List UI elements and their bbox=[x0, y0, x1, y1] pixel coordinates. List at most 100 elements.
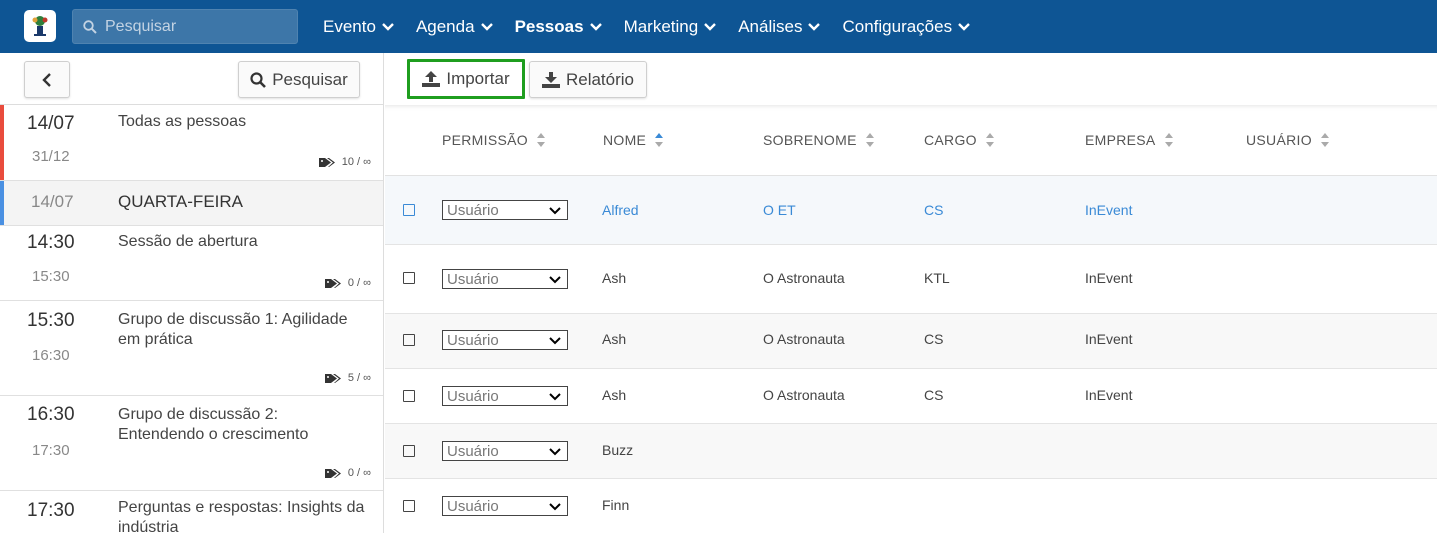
chevron-down-icon bbox=[480, 22, 493, 31]
table-row[interactable]: Usuário Alfred O ET CS InEvent bbox=[385, 176, 1437, 245]
table-row[interactable]: Usuário Ash O Astronauta CS InEvent bbox=[385, 369, 1437, 424]
cell-name[interactable]: Alfred bbox=[602, 202, 639, 218]
cell-name: Ash bbox=[602, 387, 627, 403]
permission-select[interactable]: Usuário bbox=[442, 386, 568, 406]
app-logo[interactable] bbox=[24, 10, 56, 42]
row-checkbox[interactable] bbox=[403, 445, 415, 457]
permission-select[interactable]: Usuário bbox=[442, 330, 568, 350]
item-count-value: 5 / ∞ bbox=[347, 372, 371, 384]
row-checkbox[interactable] bbox=[403, 500, 415, 512]
global-search[interactable] bbox=[72, 9, 298, 44]
permission-select[interactable]: Usuário bbox=[442, 200, 568, 220]
list-item-all-people[interactable]: 14/07 31/12 Todas as pessoas 10 / ∞ bbox=[0, 105, 383, 181]
menu-configuracoes[interactable]: Configurações bbox=[842, 17, 970, 37]
column-label: USUÁRIO bbox=[1246, 132, 1312, 148]
import-button[interactable]: Importar bbox=[407, 59, 525, 99]
cell-company: InEvent bbox=[1085, 387, 1133, 403]
item-count: 0 / ∞ bbox=[324, 277, 371, 289]
status-stripe bbox=[0, 181, 4, 225]
cell-company[interactable]: InEvent bbox=[1085, 202, 1132, 218]
row-checkbox[interactable] bbox=[403, 334, 415, 346]
row-checkbox[interactable] bbox=[403, 272, 415, 284]
people-table: PERMISSÃO NOME SOBRENOME CARGO EMPRESA U… bbox=[385, 105, 1437, 533]
status-stripe bbox=[0, 105, 4, 180]
column-header-permission[interactable]: PERMISSÃO bbox=[442, 132, 545, 148]
list-item-session[interactable]: 16:30 17:30 Grupo de discussão 2: Entend… bbox=[0, 396, 383, 491]
table-row[interactable]: Usuário Ash O Astronauta CS InEvent bbox=[385, 314, 1437, 369]
column-label: CARGO bbox=[924, 132, 977, 148]
menu-analises[interactable]: Análises bbox=[738, 17, 821, 37]
cell-name: Ash bbox=[602, 270, 627, 286]
list-item-session[interactable]: 14:30 15:30 Sessão de abertura 0 / ∞ bbox=[0, 226, 383, 301]
sort-icon bbox=[536, 133, 545, 147]
cell-company: InEvent bbox=[1085, 331, 1133, 347]
column-header-name[interactable]: NOME bbox=[603, 132, 664, 148]
cell-lastname: O Astronauta bbox=[763, 387, 845, 403]
logo-icon bbox=[32, 16, 48, 36]
upload-icon bbox=[422, 71, 441, 87]
cell-role: CS bbox=[924, 331, 944, 347]
list-search-button[interactable]: Pesquisar bbox=[238, 61, 360, 98]
cell-lastname[interactable]: O ET bbox=[763, 202, 796, 218]
back-button[interactable] bbox=[24, 61, 70, 98]
chevron-down-icon bbox=[549, 207, 561, 215]
item-count: 0 / ∞ bbox=[324, 467, 371, 479]
sort-icon bbox=[865, 133, 874, 147]
chevron-down-icon bbox=[549, 448, 561, 456]
item-count-value: 10 / ∞ bbox=[341, 156, 371, 168]
item-start: 17:30 bbox=[27, 500, 75, 521]
item-start: 14:30 bbox=[27, 232, 75, 253]
search-icon bbox=[250, 71, 267, 88]
menu-marketing[interactable]: Marketing bbox=[624, 17, 717, 37]
table-row[interactable]: Usuário Ash O Astronauta KTL InEvent bbox=[385, 245, 1437, 314]
tags-icon bbox=[324, 468, 341, 478]
menu-evento[interactable]: Evento bbox=[323, 17, 394, 37]
column-header-lastname[interactable]: SOBRENOME bbox=[763, 132, 874, 148]
menu-marketing-label: Marketing bbox=[623, 16, 699, 36]
list-item-session[interactable]: 17:30 Perguntas e respostas: Insights da… bbox=[0, 491, 383, 533]
item-count: 5 / ∞ bbox=[324, 372, 371, 384]
table-row[interactable]: Usuário Buzz bbox=[385, 424, 1437, 479]
sort-icon bbox=[1320, 133, 1329, 147]
column-header-company[interactable]: EMPRESA bbox=[1085, 132, 1173, 148]
item-count: 10 / ∞ bbox=[318, 156, 371, 168]
menu-agenda[interactable]: Agenda bbox=[416, 17, 493, 37]
import-label: Importar bbox=[446, 69, 510, 88]
chevron-down-icon bbox=[549, 393, 561, 401]
list-item-session[interactable]: 15:30 16:30 Grupo de discussão 1: Agilid… bbox=[0, 301, 383, 396]
menu-pessoas[interactable]: Pessoas bbox=[515, 17, 602, 37]
item-title: Grupo de discussão 1: Agilidade em práti… bbox=[118, 311, 348, 348]
column-label: NOME bbox=[603, 132, 647, 148]
permission-select[interactable]: Usuário bbox=[442, 496, 568, 516]
cell-role: KTL bbox=[924, 270, 950, 286]
item-title: QUARTA-FEIRA bbox=[118, 192, 243, 211]
item-end: 16:30 bbox=[32, 347, 70, 364]
row-checkbox[interactable] bbox=[403, 204, 415, 216]
permission-select[interactable]: Usuário bbox=[442, 441, 568, 461]
table-header: PERMISSÃO NOME SOBRENOME CARGO EMPRESA U… bbox=[385, 105, 1437, 176]
chevron-left-icon bbox=[42, 72, 51, 87]
table-row[interactable]: Usuário Finn bbox=[385, 479, 1437, 533]
chevron-down-icon bbox=[549, 337, 561, 345]
permission-value: Usuário bbox=[447, 387, 499, 405]
global-search-input[interactable] bbox=[105, 17, 275, 36]
report-button[interactable]: Relatório bbox=[529, 61, 647, 98]
column-label: EMPRESA bbox=[1085, 132, 1156, 148]
column-header-role[interactable]: CARGO bbox=[924, 132, 994, 148]
item-start: 14/07 bbox=[27, 113, 75, 134]
column-header-user[interactable]: USUÁRIO bbox=[1246, 132, 1329, 148]
list-item-day-header[interactable]: 14/07 QUARTA-FEIRA bbox=[0, 181, 383, 226]
item-end: 17:30 bbox=[32, 442, 70, 459]
item-end: 15:30 bbox=[32, 268, 70, 285]
cell-company: InEvent bbox=[1085, 270, 1133, 286]
cell-lastname: O Astronauta bbox=[763, 270, 845, 286]
cell-role: CS bbox=[924, 387, 944, 403]
cell-name: Finn bbox=[602, 497, 630, 513]
chevron-down-icon bbox=[382, 22, 394, 31]
tags-icon bbox=[324, 373, 341, 383]
menu-agenda-label: Agenda bbox=[415, 16, 475, 36]
cell-role[interactable]: CS bbox=[924, 202, 943, 218]
row-checkbox[interactable] bbox=[403, 390, 415, 402]
top-nav-bar: Evento Agenda Pessoas Marketing Análises… bbox=[0, 0, 1437, 53]
permission-select[interactable]: Usuário bbox=[442, 269, 568, 289]
